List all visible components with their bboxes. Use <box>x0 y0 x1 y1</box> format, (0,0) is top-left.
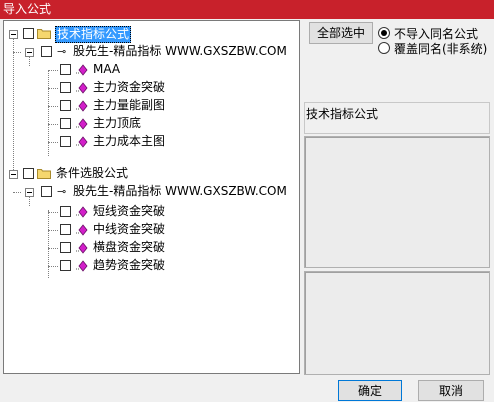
tree-label: 股先生-精品指标 WWW.GXSZBW.COM <box>73 44 287 58</box>
folder-icon <box>37 169 51 179</box>
formula-icon <box>76 206 88 218</box>
formula-icon <box>76 100 88 112</box>
tree-node-source[interactable]: ⊸ 股先生-精品指标 WWW.GXSZBW.COM <box>4 183 299 201</box>
tree-line <box>13 52 21 53</box>
tree-leaf[interactable]: 主力资金突破 <box>4 79 299 97</box>
tree-line <box>48 248 58 249</box>
tree-label: 条件选股公式 <box>56 166 129 180</box>
tree-node-source[interactable]: ⊸ 股先生-精品指标 WWW.GXSZBW.COM <box>4 43 299 61</box>
checkbox[interactable] <box>60 100 71 111</box>
tree-label: 主力资金突破 <box>93 80 166 94</box>
detail-panel <box>304 271 490 375</box>
collapse-toggle[interactable] <box>25 48 34 57</box>
checkbox[interactable] <box>60 224 71 235</box>
checkbox[interactable] <box>23 28 34 39</box>
ok-button[interactable]: 确定 <box>338 380 402 401</box>
formula-icon <box>76 260 88 272</box>
tree-line <box>48 142 58 143</box>
radio-overwrite-label[interactable]: 覆盖同名(非系统) <box>394 40 487 57</box>
folder-icon <box>37 29 51 39</box>
checkbox[interactable] <box>41 46 52 57</box>
formula-icon <box>76 82 88 94</box>
tree-line <box>48 212 58 213</box>
tree-line <box>13 192 21 193</box>
tree-leaf[interactable]: 主力成本主图 <box>4 133 299 151</box>
tree-line <box>48 70 58 71</box>
info-header-panel: 技术指标公式 <box>304 102 490 134</box>
tree-line <box>48 124 58 125</box>
checkbox[interactable] <box>60 118 71 129</box>
checkbox[interactable] <box>60 136 71 147</box>
collapse-toggle[interactable] <box>25 188 34 197</box>
key-icon: ⊸ <box>57 185 67 198</box>
tree-line <box>48 106 58 107</box>
formula-icon <box>76 136 88 148</box>
window-title: 导入公式 <box>3 2 52 16</box>
cancel-button[interactable]: 取消 <box>418 380 484 401</box>
collapse-toggle[interactable] <box>9 30 18 39</box>
tree-leaf[interactable]: 中线资金突破 <box>4 221 299 239</box>
tree-label: 横盘资金突破 <box>93 240 166 254</box>
tree-label: 主力量能副图 <box>93 98 166 112</box>
radio-overwrite[interactable] <box>378 42 390 54</box>
tree-label: 中线资金突破 <box>93 222 166 236</box>
tree-leaf[interactable]: 横盘资金突破 <box>4 239 299 257</box>
collapse-toggle[interactable] <box>9 170 18 179</box>
key-icon: ⊸ <box>57 45 67 58</box>
tree-label: 主力顶底 <box>93 116 142 130</box>
title-bar[interactable]: 导入公式 <box>0 0 494 19</box>
formula-icon <box>76 118 88 130</box>
formula-icon <box>76 224 88 236</box>
tree-leaf[interactable]: 短线资金突破 <box>4 203 299 221</box>
tree-node-technical[interactable]: 技术指标公式 <box>4 25 299 43</box>
tree-label: MAA <box>93 62 121 76</box>
checkbox[interactable] <box>23 168 34 179</box>
tree-line <box>48 88 58 89</box>
formula-icon <box>76 64 88 76</box>
select-all-button[interactable]: 全部选中 <box>309 22 373 44</box>
tree-node-screener[interactable]: 条件选股公式 <box>4 165 299 183</box>
checkbox[interactable] <box>60 206 71 217</box>
tree-leaf[interactable]: 趋势资金突破 <box>4 257 299 275</box>
tree-label: 短线资金突破 <box>93 204 166 218</box>
tree-leaf[interactable]: 主力量能副图 <box>4 97 299 115</box>
checkbox[interactable] <box>41 186 52 197</box>
radio-skip-duplicates[interactable] <box>378 27 390 39</box>
tree-leaf[interactable]: 主力顶底 <box>4 115 299 133</box>
tree-leaf[interactable]: MAA <box>4 61 299 79</box>
checkbox[interactable] <box>60 260 71 271</box>
checkbox[interactable] <box>60 64 71 75</box>
formula-tree[interactable]: 技术指标公式 ⊸ 股先生-精品指标 WWW.GXSZBW.COM MAA 主力资… <box>3 20 300 374</box>
description-panel <box>304 136 490 268</box>
tree-label: 趋势资金突破 <box>93 258 166 272</box>
tree-line <box>48 266 58 267</box>
tree-line <box>48 230 58 231</box>
tree-label: 主力成本主图 <box>93 134 166 148</box>
tree-label: 股先生-精品指标 WWW.GXSZBW.COM <box>73 184 287 198</box>
tree-label: 技术指标公式 <box>55 26 132 43</box>
checkbox[interactable] <box>60 82 71 93</box>
info-label: 技术指标公式 <box>306 107 379 121</box>
checkbox[interactable] <box>60 242 71 253</box>
formula-icon <box>76 242 88 254</box>
